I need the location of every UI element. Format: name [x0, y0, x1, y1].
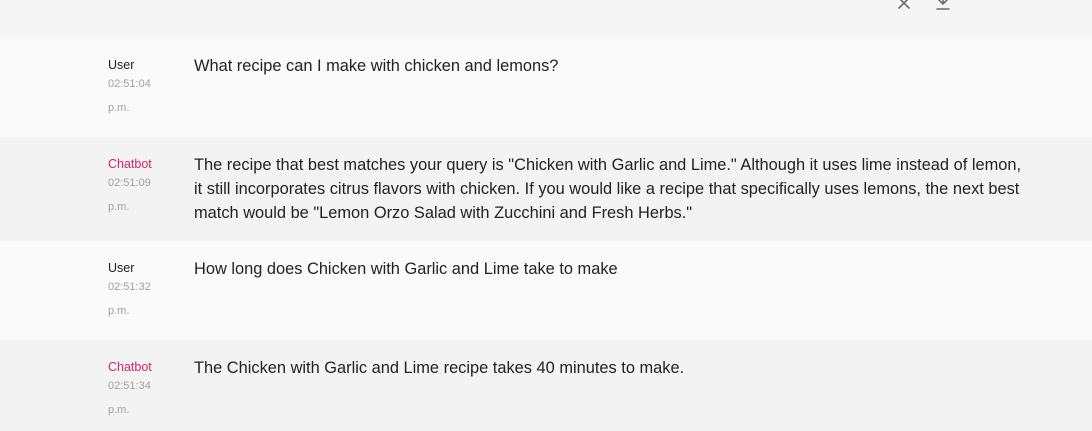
- chat-toolbar: [0, 0, 1092, 38]
- message-timestamp: 02:51:04 p.m.: [108, 78, 151, 114]
- message-text: How long does Chicken with Garlic and Li…: [194, 260, 618, 278]
- message-role: User: [108, 58, 135, 72]
- message-role: Chatbot: [108, 360, 152, 374]
- message-timestamp: 02:51:32 p.m.: [108, 281, 151, 317]
- close-icon[interactable]: [895, 0, 913, 12]
- message-row-user: User 02:51:32 p.m. How long does Chicken…: [0, 241, 1092, 340]
- message-meta: User 02:51:04 p.m.: [108, 58, 178, 120]
- download-icon[interactable]: [934, 0, 952, 12]
- message-row-chatbot: Chatbot 02:51:34 p.m. The Chicken with G…: [0, 340, 1092, 431]
- message-text: What recipe can I make with chicken and …: [194, 57, 559, 75]
- message-text: The Chicken with Garlic and Lime recipe …: [194, 359, 685, 377]
- message-meta: User 02:51:32 p.m.: [108, 261, 178, 323]
- message-row-user: User 02:51:04 p.m. What recipe can I mak…: [0, 38, 1092, 137]
- message-meta: Chatbot 02:51:09 p.m.: [108, 157, 178, 219]
- message-role: User: [108, 261, 135, 275]
- message-timestamp: 02:51:09 p.m.: [108, 177, 151, 213]
- message-meta: Chatbot 02:51:34 p.m.: [108, 360, 178, 422]
- message-timestamp: 02:51:34 p.m.: [108, 380, 151, 416]
- message-role: Chatbot: [108, 157, 152, 171]
- message-row-chatbot: Chatbot 02:51:09 p.m. The recipe that be…: [0, 137, 1092, 241]
- message-text: The recipe that best matches your query …: [194, 156, 1022, 222]
